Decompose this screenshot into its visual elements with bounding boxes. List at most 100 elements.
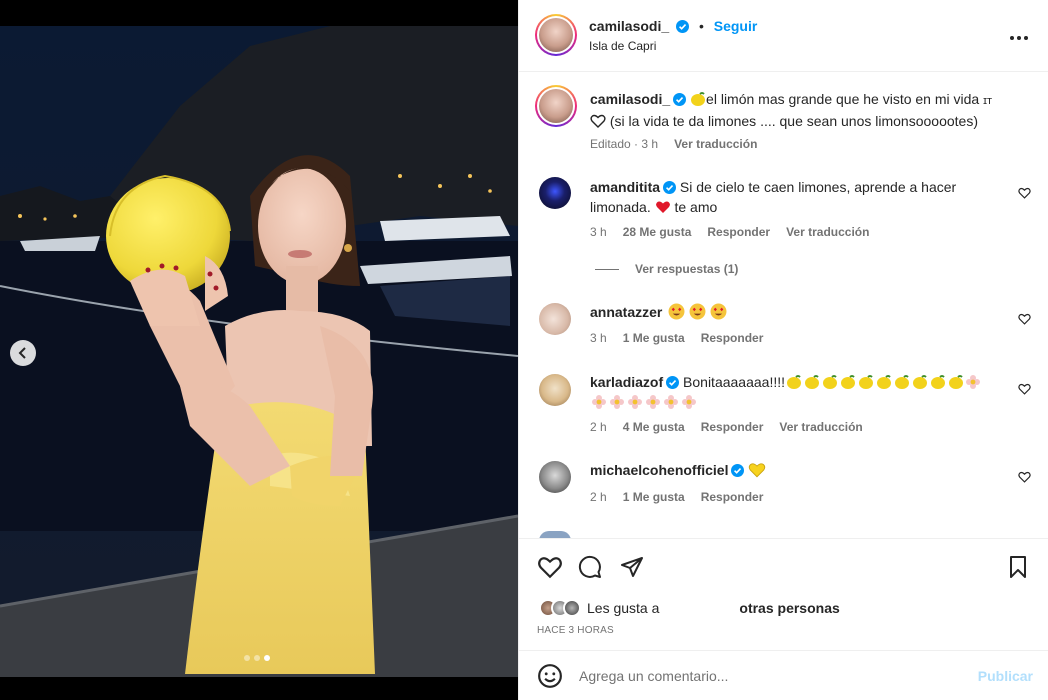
reply-button[interactable]: Responder (701, 331, 764, 345)
lemon-emoji-icon (805, 375, 820, 389)
comment-like-heart-icon[interactable] (1018, 383, 1031, 395)
caption-avatar[interactable] (535, 85, 577, 127)
flower-emoji-icon (646, 395, 660, 409)
likes-summary[interactable]: Les gusta a otras personas (539, 599, 840, 617)
more-options-button[interactable] (1009, 28, 1029, 44)
photo-illustration (0, 26, 518, 677)
view-replies-label: Ver respuestas (1) (635, 262, 739, 276)
lemon-emoji-icon (787, 375, 802, 389)
lemon-emoji-icon (931, 375, 946, 389)
emoji-icon[interactable] (537, 663, 563, 689)
post-media (0, 0, 518, 700)
comment-time: 2 h (590, 490, 607, 504)
caption-translate-link[interactable]: Ver traducción (674, 137, 757, 151)
comment-line1: Si de cielo te caen limones, aprende a h… (679, 179, 957, 195)
comment-likes[interactable]: 4 Me gusta (623, 420, 685, 434)
lemon-emoji-icon (949, 375, 964, 389)
comment-likes[interactable]: 1 Me gusta (623, 331, 685, 345)
caption-username[interactable]: camilasodi_ (590, 91, 670, 107)
verified-icon (663, 181, 677, 194)
carousel-dots (244, 655, 270, 661)
share-icon[interactable] (619, 555, 645, 579)
reply-button[interactable]: Responder (701, 490, 764, 504)
comment-like-heart-icon[interactable] (1018, 471, 1031, 483)
caption-line2: (si la vida te da limones .... que sean … (609, 113, 978, 129)
follow-button[interactable]: Seguir (714, 18, 758, 34)
red-heart-icon (655, 201, 670, 213)
chevron-left-icon (18, 347, 26, 359)
comment-time: 3 h (590, 225, 607, 239)
reply-button[interactable]: Responder (701, 420, 764, 434)
author-username[interactable]: camilasodi_ (589, 18, 669, 34)
carousel-dot (244, 655, 250, 661)
comment-time: 3 h (590, 331, 607, 345)
comment-likes[interactable]: 28 Me gusta (623, 225, 692, 239)
translate-link[interactable]: Ver traducción (786, 225, 869, 239)
lemon-emoji-icon (895, 375, 910, 389)
lemon-emoji-icon (877, 375, 892, 389)
lemon-emoji-icon (841, 375, 856, 389)
flower-emoji-icon (610, 395, 624, 409)
translate-link[interactable]: Ver traducción (779, 420, 862, 434)
comment-line2b: te amo (674, 199, 718, 215)
caption-meta: Editado · 3 h Ver traducción (590, 137, 758, 151)
comment-text: karladiazof Bonitaaaaaaa!!!! (590, 372, 1010, 412)
comment-body: Bonitaaaaaaa!!!! (683, 374, 786, 390)
caption-time: 3 h (641, 137, 659, 151)
bookmark-icon[interactable] (1007, 555, 1029, 579)
comment-like-heart-icon[interactable] (1018, 187, 1031, 199)
comment-meta: 3 h 28 Me gusta Responder Ver traducción (590, 225, 869, 239)
verified-icon (676, 20, 690, 33)
flower-emoji-icon (966, 375, 981, 389)
heart-eyes-emoji-icon (668, 303, 685, 320)
publish-button[interactable]: Publicar (978, 668, 1033, 684)
caption-text: camilasodi_ el limón mas grande que he v… (590, 89, 1030, 131)
comment-meta: 2 h 4 Me gusta Responder Ver traducción (590, 420, 863, 434)
lemon-emoji-icon (859, 375, 874, 389)
comment-icon[interactable] (577, 555, 603, 579)
comment-text: annatazzer (590, 302, 970, 322)
heart-eyes-emoji-icon (689, 303, 706, 320)
comment-input[interactable] (579, 667, 978, 684)
commenter-avatar[interactable] (539, 374, 571, 406)
comment-username[interactable]: amanditita (590, 179, 660, 195)
verified-icon (666, 376, 680, 389)
comment-username[interactable]: michaelcohenofficiel (590, 462, 728, 478)
carousel-prev-button[interactable] (10, 340, 36, 366)
comment-username[interactable]: annatazzer (590, 304, 662, 320)
comment-text: michaelcohenofficiel (590, 460, 970, 480)
reply-button[interactable]: Responder (707, 225, 770, 239)
liker-avatars (539, 599, 581, 617)
add-comment-bar: Publicar (519, 650, 1048, 700)
lemon-emojis (785, 374, 965, 390)
caption-line1: el limón mas grande que he visto en mi v… (706, 91, 980, 107)
verified-icon (673, 93, 687, 106)
location-label[interactable]: Isla de Capri (589, 39, 656, 53)
verified-icon (731, 464, 745, 477)
liker-avatar (563, 599, 581, 617)
yellow-heart-icon (749, 463, 766, 478)
heart-eyes-emojis (668, 303, 727, 320)
flower-emoji-icon (664, 395, 678, 409)
post-panel: camilasodi_ • Seguir Isla de Capri camil… (518, 0, 1048, 700)
post-actions: Les gusta a otras personas HACE 3 HORAS (519, 538, 1048, 648)
likes-others[interactable]: otras personas (739, 600, 839, 616)
comment-like-heart-icon[interactable] (1018, 313, 1031, 325)
flower-emoji-icon (682, 395, 696, 409)
comment-username[interactable]: karladiazof (590, 374, 663, 390)
comment-likes[interactable]: 1 Me gusta (623, 490, 685, 504)
view-replies-button[interactable]: Ver respuestas (1) (595, 262, 738, 276)
post-header: camilasodi_ • Seguir Isla de Capri (519, 0, 1048, 72)
edited-label: Editado (590, 137, 631, 151)
comment-meta: 3 h 1 Me gusta Responder (590, 331, 763, 345)
heart-icon[interactable] (537, 555, 563, 579)
commenter-avatar[interactable] (539, 461, 571, 493)
flower-emojis (590, 394, 698, 410)
commenter-avatar[interactable] (539, 177, 571, 209)
comment-line2a: limonada. (590, 199, 651, 215)
lemon-emoji-icon (913, 375, 928, 389)
likes-prefix: Les gusta a (587, 600, 660, 616)
author-avatar[interactable] (535, 14, 577, 56)
replies-divider (595, 268, 619, 270)
commenter-avatar[interactable] (539, 303, 571, 335)
